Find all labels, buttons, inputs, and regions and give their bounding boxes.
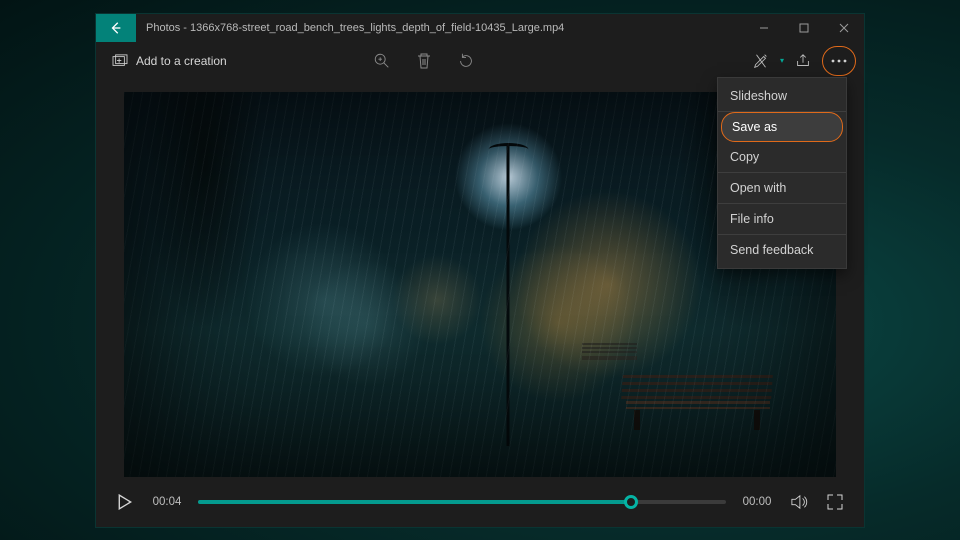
menu-item-label: Open with — [730, 181, 786, 195]
seek-track[interactable] — [198, 500, 726, 504]
time-remaining: 00:00 — [740, 496, 774, 508]
rotate-button[interactable] — [447, 45, 485, 77]
play-icon — [118, 494, 132, 510]
zoom-button[interactable] — [363, 45, 401, 77]
menu-item-file-info[interactable]: File info — [718, 204, 846, 235]
add-to-creation-button[interactable]: Add to a creation — [104, 50, 235, 72]
add-to-creation-label: Add to a creation — [136, 54, 227, 68]
window-title: Photos - 1366x768-street_road_bench_tree… — [136, 22, 744, 34]
menu-item-save-as[interactable]: Save as — [721, 112, 843, 142]
photos-app-window: Photos - 1366x768-street_road_bench_tree… — [95, 13, 865, 528]
close-icon — [839, 23, 849, 33]
minimize-icon — [759, 23, 769, 33]
menu-item-label: Slideshow — [730, 89, 787, 103]
back-button[interactable] — [96, 14, 136, 42]
volume-icon — [790, 494, 808, 510]
seek-thumb[interactable] — [624, 495, 638, 509]
trash-icon — [416, 52, 432, 70]
window-titlebar: Photos - 1366x768-street_road_bench_tree… — [96, 14, 864, 42]
ellipsis-icon — [831, 59, 847, 63]
share-button[interactable] — [784, 45, 822, 77]
volume-button[interactable] — [788, 491, 810, 513]
menu-item-label: File info — [730, 212, 774, 226]
share-icon — [794, 52, 812, 70]
close-button[interactable] — [824, 14, 864, 42]
edit-tools-icon — [752, 52, 770, 70]
fullscreen-button[interactable] — [824, 491, 846, 513]
menu-item-send-feedback[interactable]: Send feedback — [718, 235, 846, 265]
edit-button[interactable] — [742, 45, 780, 77]
menu-item-label: Save as — [732, 120, 777, 134]
minimize-button[interactable] — [744, 14, 784, 42]
time-elapsed: 00:04 — [150, 496, 184, 508]
menu-item-label: Copy — [730, 150, 759, 164]
menu-item-label: Send feedback — [730, 243, 813, 257]
add-creation-icon — [112, 54, 128, 68]
fullscreen-icon — [827, 494, 843, 510]
playback-bar: 00:04 00:00 — [96, 477, 864, 527]
arrow-left-icon — [109, 21, 123, 35]
seek-track-fill — [198, 500, 631, 504]
menu-item-copy[interactable]: Copy — [718, 142, 846, 173]
maximize-icon — [799, 23, 809, 33]
play-button[interactable] — [114, 491, 136, 513]
app-toolbar: Add to a creation ▾ — [96, 42, 864, 80]
more-options-menu: Slideshow Save as Copy Open with File in… — [717, 77, 847, 269]
window-control-group — [744, 14, 864, 42]
magnifier-icon — [373, 52, 391, 70]
menu-item-open-with[interactable]: Open with — [718, 173, 846, 204]
delete-button[interactable] — [405, 45, 443, 77]
maximize-button[interactable] — [784, 14, 824, 42]
rotate-icon — [457, 52, 475, 70]
more-options-button[interactable] — [822, 46, 856, 76]
menu-item-slideshow[interactable]: Slideshow — [718, 81, 846, 112]
